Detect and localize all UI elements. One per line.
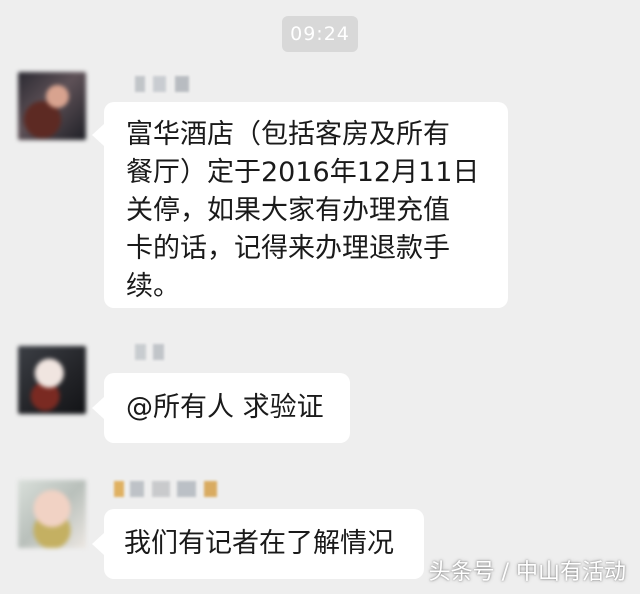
sender-name-blurred	[135, 76, 201, 92]
message-bubble[interactable]: 我们有记者在了解情况	[92, 509, 424, 579]
message-bubble[interactable]: @所有人 求验证	[92, 373, 350, 443]
avatar[interactable]	[18, 346, 86, 414]
timestamp: 09:24	[282, 16, 358, 52]
sender-name-blurred	[114, 481, 226, 497]
avatar[interactable]	[18, 72, 86, 140]
sender-name-blurred	[135, 344, 173, 360]
message-bubble[interactable]: 富华酒店（包括客房及所有 餐厅）定于2016年12月11日 关停，如果大家有办理…	[92, 102, 508, 308]
avatar[interactable]	[18, 480, 86, 548]
watermark: 头条号 / 中山有活动	[428, 560, 626, 585]
